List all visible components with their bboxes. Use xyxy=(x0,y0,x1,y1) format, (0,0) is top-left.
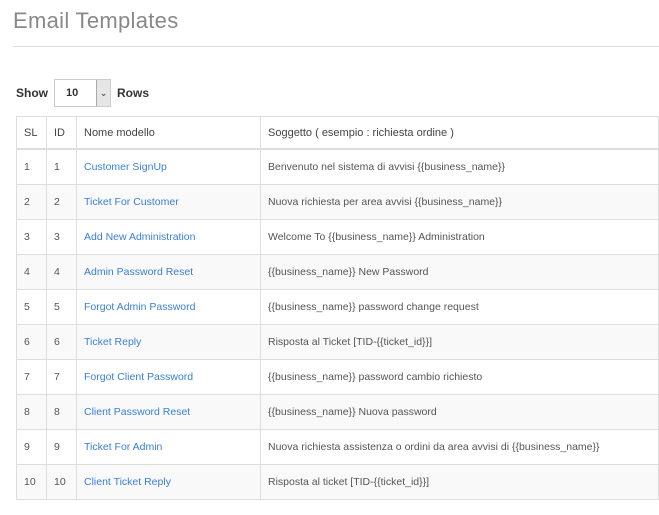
cell-sl: 2 xyxy=(16,184,47,220)
cell-id: 9 xyxy=(46,429,77,465)
cell-subject: Welcome To {{business_name}} Administrat… xyxy=(260,219,659,255)
cell-name: Admin Password Reset xyxy=(76,254,261,290)
table-row: 9 9 Ticket For Admin Nuova richiesta ass… xyxy=(16,429,659,465)
rows-select-value: 10 xyxy=(66,87,79,99)
cell-subject: Risposta al ticket [TID-{{ticket_id}}] xyxy=(260,464,659,500)
cell-id: 8 xyxy=(46,394,77,430)
table-row: 10 10 Client Ticket Reply Risposta al ti… xyxy=(16,464,659,500)
page-title: Email Templates xyxy=(13,8,179,33)
cell-subject: {{business_name}} password change reques… xyxy=(260,289,659,325)
templates-table: SL ID Nome modello Soggetto ( esempio : … xyxy=(16,116,659,500)
table-row: 5 5 Forgot Admin Password {{business_nam… xyxy=(16,289,659,325)
template-link[interactable]: Forgot Admin Password xyxy=(84,301,195,313)
table-row: 2 2 Ticket For Customer Nuova richiesta … xyxy=(16,184,659,220)
table-row: 1 1 Customer SignUp Benvenuto nel sistem… xyxy=(16,148,659,185)
table-row: 6 6 Ticket Reply Risposta al Ticket [TID… xyxy=(16,324,659,360)
rows-per-page: Show 10 ⌄ Rows xyxy=(16,79,149,107)
cell-name: Client Ticket Reply xyxy=(76,464,261,500)
cell-name: Ticket Reply xyxy=(76,324,261,360)
cell-id: 4 xyxy=(46,254,77,290)
cell-id: 6 xyxy=(46,324,77,360)
cell-name: Add New Administration xyxy=(76,219,261,255)
cell-name: Customer SignUp xyxy=(76,148,261,185)
cell-sl: 7 xyxy=(16,359,47,395)
template-link[interactable]: Ticket Reply xyxy=(84,336,141,348)
cell-subject: Benvenuto nel sistema di avvisi {{busine… xyxy=(260,148,659,185)
cell-id: 5 xyxy=(46,289,77,325)
chevron-down-icon: ⌄ xyxy=(96,80,110,106)
cell-sl: 1 xyxy=(16,148,47,185)
rows-select[interactable]: 10 ⌄ xyxy=(54,79,111,107)
rows-label: Rows xyxy=(117,86,150,100)
cell-subject: Nuova richiesta assistenza o ordini da a… xyxy=(260,429,659,465)
template-link[interactable]: Forgot Client Password xyxy=(84,371,193,383)
header-id: ID xyxy=(46,116,77,150)
template-link[interactable]: Ticket For Admin xyxy=(84,441,162,453)
show-label: Show xyxy=(16,86,48,100)
cell-id: 3 xyxy=(46,219,77,255)
header-name: Nome modello xyxy=(76,116,261,150)
table-row: 8 8 Client Password Reset {{business_nam… xyxy=(16,394,659,430)
template-link[interactable]: Customer SignUp xyxy=(84,161,167,173)
cell-name: Forgot Admin Password xyxy=(76,289,261,325)
cell-subject: Nuova richiesta per area avvisi {{busine… xyxy=(260,184,659,220)
cell-id: 2 xyxy=(46,184,77,220)
template-link[interactable]: Client Password Reset xyxy=(84,406,190,418)
cell-name: Client Password Reset xyxy=(76,394,261,430)
template-link[interactable]: Ticket For Customer xyxy=(84,196,179,208)
cell-id: 7 xyxy=(46,359,77,395)
cell-sl: 6 xyxy=(16,324,47,360)
cell-sl: 5 xyxy=(16,289,47,325)
table-row: 4 4 Admin Password Reset {{business_name… xyxy=(16,254,659,290)
cell-sl: 10 xyxy=(16,464,47,500)
template-link[interactable]: Client Ticket Reply xyxy=(84,476,171,488)
cell-sl: 4 xyxy=(16,254,47,290)
cell-name: Forgot Client Password xyxy=(76,359,261,395)
divider xyxy=(13,46,659,47)
template-link[interactable]: Admin Password Reset xyxy=(84,266,193,278)
cell-id: 1 xyxy=(46,148,77,185)
cell-sl: 9 xyxy=(16,429,47,465)
header-sl: SL xyxy=(16,116,47,150)
table-row: 7 7 Forgot Client Password {{business_na… xyxy=(16,359,659,395)
cell-subject: {{business_name}} password cambio richie… xyxy=(260,359,659,395)
cell-sl: 3 xyxy=(16,219,47,255)
cell-subject: {{business_name}} Nuova password xyxy=(260,394,659,430)
cell-subject: Risposta al Ticket [TID-{{ticket_id}}] xyxy=(260,324,659,360)
cell-sl: 8 xyxy=(16,394,47,430)
cell-id: 10 xyxy=(46,464,77,500)
header-subject: Soggetto ( esempio : richiesta ordine ) xyxy=(260,116,659,150)
template-link[interactable]: Add New Administration xyxy=(84,231,195,243)
cell-name: Ticket For Admin xyxy=(76,429,261,465)
cell-subject: {{business_name}} New Password xyxy=(260,254,659,290)
cell-name: Ticket For Customer xyxy=(76,184,261,220)
table-row: 3 3 Add New Administration Welcome To {{… xyxy=(16,219,659,255)
